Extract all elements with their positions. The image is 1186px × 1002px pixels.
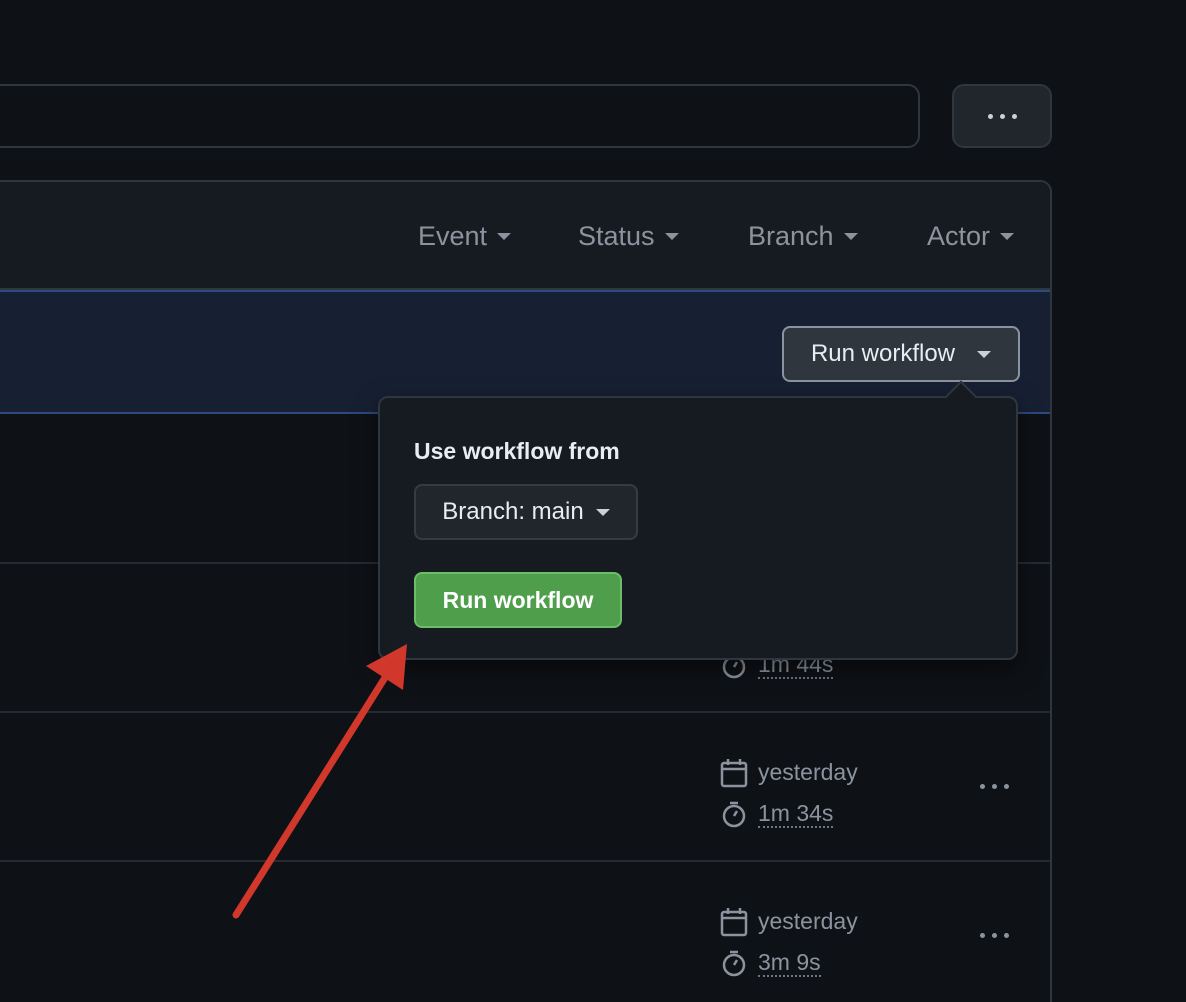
run-workflow-popover: Use workflow from Branch: main Run workf…: [378, 396, 1018, 660]
more-options-button[interactable]: [952, 84, 1052, 148]
run-workflow-button-label: Run workflow: [442, 586, 594, 613]
calendar-icon: [720, 758, 748, 787]
calendar-icon: [720, 907, 748, 936]
caret-down-icon: [664, 232, 679, 240]
run-workflow-button[interactable]: Run workflow: [414, 572, 622, 628]
stopwatch-icon: [722, 801, 746, 827]
run-more-button[interactable]: [980, 933, 1009, 938]
caret-down-icon: [977, 350, 992, 358]
caret-down-icon: [1000, 232, 1015, 240]
branch-select-label: Branch: main: [442, 498, 584, 525]
caret-down-icon: [843, 232, 858, 240]
caret-down-icon: [497, 232, 512, 240]
filter-status[interactable]: Status: [578, 218, 679, 254]
filter-status-label: Status: [578, 220, 655, 251]
row-divider: [0, 860, 1050, 862]
filter-event-label: Event: [418, 220, 488, 251]
kebab-icon: [980, 784, 1009, 789]
search-input[interactable]: [0, 84, 920, 148]
run-date: yesterday: [758, 908, 858, 934]
branch-select[interactable]: Branch: main: [414, 484, 638, 540]
filter-actor-label: Actor: [927, 220, 991, 251]
run-workflow-label: Run workflow: [810, 340, 956, 367]
run-duration[interactable]: 3m 9s: [758, 949, 821, 977]
run-meta: yesterday 1m 34s: [720, 752, 858, 834]
run-duration[interactable]: 1m 34s: [758, 800, 834, 828]
filter-event[interactable]: Event: [418, 218, 512, 254]
caret-down-icon: [595, 508, 610, 516]
run-more-button[interactable]: [980, 784, 1009, 789]
filter-branch[interactable]: Branch: [748, 218, 858, 254]
filter-actor[interactable]: Actor: [927, 218, 1015, 254]
filter-bar: Event Status Branch Actor: [0, 182, 1050, 290]
kebab-icon: [987, 113, 1017, 119]
run-workflow-dropdown-button[interactable]: Run workflow: [782, 326, 1020, 382]
run-date: yesterday: [758, 759, 858, 785]
stopwatch-icon: [722, 950, 746, 976]
filter-branch-label: Branch: [748, 220, 834, 251]
popover-title: Use workflow from: [414, 438, 620, 464]
run-meta: yesterday 3m 9s: [720, 901, 858, 983]
row-divider: [0, 711, 1050, 713]
kebab-icon: [980, 933, 1009, 938]
